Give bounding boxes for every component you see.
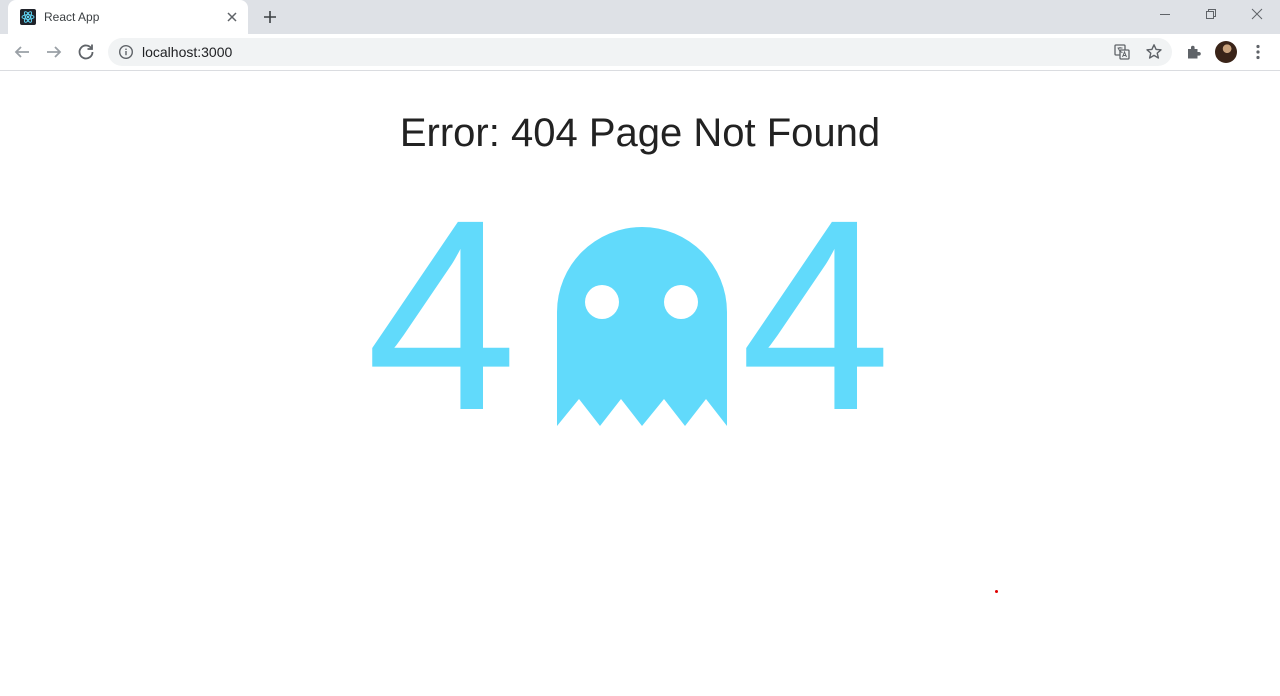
back-icon[interactable] bbox=[10, 40, 34, 64]
more-menu-icon[interactable] bbox=[1246, 40, 1270, 64]
browser-toolbar: localhost:3000 bbox=[0, 34, 1280, 71]
page-title: Error: 404 Page Not Found bbox=[399, 111, 881, 155]
ghost-icon bbox=[557, 227, 727, 426]
url-text[interactable]: localhost:3000 bbox=[142, 44, 232, 60]
translate-icon[interactable] bbox=[1112, 42, 1132, 62]
reload-icon[interactable] bbox=[74, 40, 98, 64]
digit-left: 4 bbox=[366, 163, 518, 467]
browser-tab[interactable]: React App bbox=[8, 0, 248, 34]
tab-strip: React App bbox=[0, 0, 1280, 34]
new-tab-icon[interactable] bbox=[258, 5, 282, 29]
tab-title: React App bbox=[44, 10, 100, 24]
profile-avatar[interactable] bbox=[1215, 41, 1237, 63]
site-info-icon[interactable] bbox=[118, 44, 134, 60]
close-tab-icon[interactable] bbox=[224, 9, 240, 25]
forward-icon[interactable] bbox=[42, 40, 66, 64]
page-content: Error: 404 Page Not Found 4 4 bbox=[0, 71, 1280, 696]
close-window-icon[interactable] bbox=[1234, 0, 1280, 30]
extensions-icon[interactable] bbox=[1182, 40, 1206, 64]
restore-icon[interactable] bbox=[1188, 0, 1234, 30]
react-icon bbox=[20, 9, 36, 25]
minimize-icon[interactable] bbox=[1142, 0, 1188, 30]
digit-right: 4 bbox=[740, 163, 892, 467]
red-dot bbox=[995, 590, 998, 593]
address-bar[interactable]: localhost:3000 bbox=[108, 38, 1172, 66]
bookmark-star-icon[interactable] bbox=[1144, 42, 1164, 62]
